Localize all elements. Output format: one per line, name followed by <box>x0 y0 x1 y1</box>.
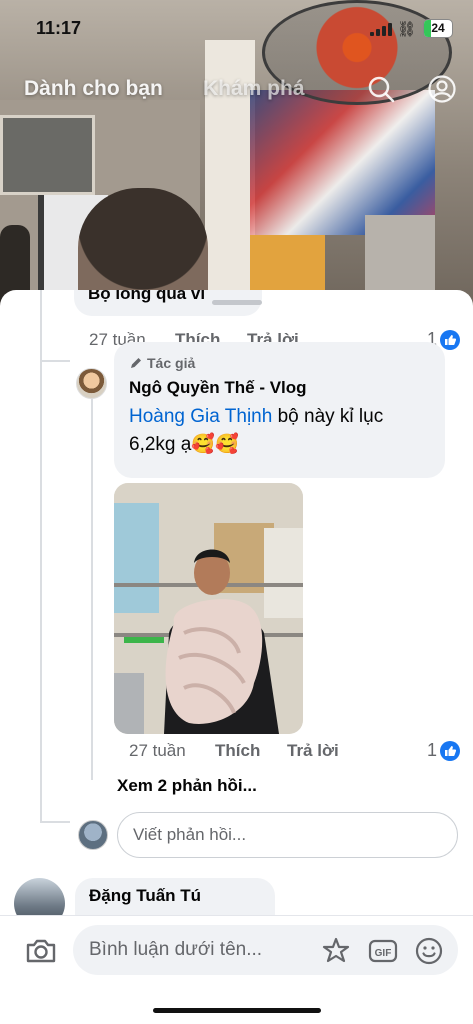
photo-image <box>114 483 303 734</box>
posters <box>250 90 435 235</box>
reply-bubble[interactable]: Tác giả Ngô Quyền Thế - Vlog Hoàng Gia T… <box>114 342 445 478</box>
reply-actions: 27 tuần Thích Trả lời <box>0 741 473 763</box>
svg-text:GIF: GIF <box>375 948 392 959</box>
search-icon[interactable] <box>366 74 396 104</box>
thread-line <box>40 821 70 823</box>
sticker-icon[interactable] <box>321 936 351 966</box>
like-thumb-icon <box>440 329 461 350</box>
signal-icon <box>370 22 392 36</box>
avatar[interactable] <box>76 368 107 399</box>
see-more-replies-link[interactable]: Xem 2 phản hồi... <box>117 776 257 796</box>
reply-time: 27 tuần <box>129 741 186 760</box>
author-badge: Tác giả <box>129 355 195 371</box>
comment-input[interactable]: Bình luận dưới tên... GIF <box>73 925 458 975</box>
pencil-icon <box>131 358 141 368</box>
gif-icon[interactable]: GIF <box>368 936 398 966</box>
sheet-drag-handle[interactable] <box>212 300 262 305</box>
author-tag-label: Tác giả <box>147 355 196 371</box>
avatar <box>78 820 108 850</box>
comment-composer: Bình luận dưới tên... GIF <box>0 915 473 1024</box>
comment-text: Bộ lòng quá vĩ <box>88 290 206 303</box>
link-icon: ⛓ <box>397 21 417 38</box>
comment-author-name[interactable]: Đặng Tuấn Tú <box>89 886 201 905</box>
battery-level: 24 <box>431 21 445 35</box>
like-thumb-icon <box>440 740 461 761</box>
status-bar: 11:17 ⛓ 24 <box>0 0 473 58</box>
reply-text: Hoàng Gia Thịnh bộ này kỉ lục 6,2kg ạ🥰🥰 <box>129 403 434 459</box>
status-time: 11:17 <box>36 18 82 38</box>
reaction-count: 1 <box>427 740 438 760</box>
tab-for-you[interactable]: Dành cho bạn <box>24 77 163 101</box>
camera-icon[interactable] <box>24 934 58 968</box>
thread-line <box>91 390 93 780</box>
battery-indicator: 24 <box>423 19 453 38</box>
emoji-icon[interactable] <box>414 936 444 966</box>
home-indicator <box>153 1008 321 1013</box>
reply-photo[interactable] <box>114 483 303 734</box>
top-nav: Dành cho bạn Khám phá <box>0 72 473 108</box>
profile-icon[interactable] <box>427 74 457 104</box>
reply-button[interactable]: Trả lời <box>287 741 339 761</box>
tab-explore[interactable]: Khám phá <box>203 77 305 101</box>
thread-line <box>40 360 70 362</box>
window <box>0 115 95 195</box>
comment-input-placeholder: Bình luận dưới tên... <box>89 939 263 960</box>
reply-author-name[interactable]: Ngô Quyền Thế - Vlog <box>129 378 307 398</box>
reaction-summary[interactable]: 1 <box>427 740 461 761</box>
comments-sheet: Bộ lòng quá vĩ 27 tuần Thích Trả lời 1 T… <box>0 290 473 1024</box>
mention-link[interactable]: Hoàng Gia Thịnh <box>129 406 272 427</box>
like-button[interactable]: Thích <box>215 741 260 761</box>
reply-input[interactable]: Viết phản hồi... <box>117 812 458 858</box>
